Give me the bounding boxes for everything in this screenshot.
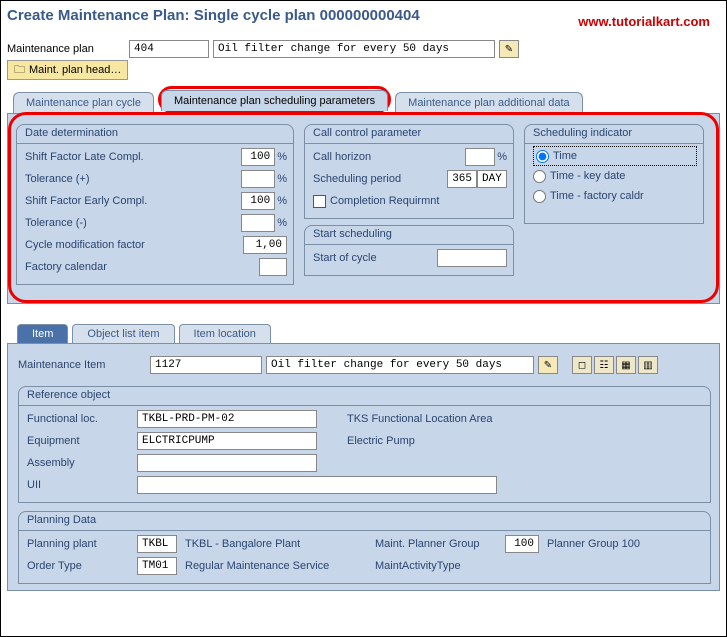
radio-time-key[interactable]	[533, 170, 546, 183]
edit-plan-text-icon[interactable]: ✎	[499, 40, 519, 58]
group-reference-object-title: Reference object	[19, 387, 710, 405]
maint-plan-header-label: Maint. plan head…	[29, 64, 121, 76]
group-call-control: Call control parameter Call horizon % Sc…	[304, 124, 514, 219]
tol-plus-label: Tolerance (+)	[25, 173, 241, 185]
maint-item-no[interactable]	[150, 356, 262, 374]
tol-minus-input[interactable]	[241, 214, 275, 232]
funcloc-label: Functional loc.	[27, 413, 137, 425]
maint-item-text[interactable]	[266, 356, 534, 374]
brand-link[interactable]: www.tutorialkart.com	[578, 14, 710, 29]
acttype-label: MaintActivityType	[375, 560, 505, 572]
group-reference-object: Reference object Functional loc. TKS Fun…	[18, 386, 711, 503]
cyc-mod-label: Cycle modification factor	[25, 239, 243, 251]
percent-icon: %	[277, 173, 287, 185]
radio-time[interactable]	[536, 150, 549, 163]
maint-item-label: Maintenance Item	[18, 359, 146, 371]
equip-desc: Electric Pump	[347, 435, 415, 447]
plgrp-label: Maint. Planner Group	[375, 538, 505, 550]
group-call-control-title: Call control parameter	[305, 125, 513, 143]
order-type-input[interactable]	[137, 557, 177, 575]
sched-period-input[interactable]	[447, 170, 477, 188]
uii-label: UII	[27, 479, 137, 491]
radio-time-key-label: Time - key date	[550, 170, 625, 182]
factory-cal-label: Factory calendar	[25, 261, 259, 273]
radio-time-factory[interactable]	[533, 190, 546, 203]
item-action1-icon[interactable]: ◻	[572, 356, 592, 374]
funcloc-input[interactable]	[137, 410, 317, 428]
page-title: Create Maintenance Plan: Single cycle pl…	[7, 7, 420, 24]
group-sched-indicator-title: Scheduling indicator	[525, 125, 703, 143]
group-start-sched-title: Start scheduling	[305, 226, 513, 244]
group-sched-indicator: Scheduling indicator Time Time - key dat…	[524, 124, 704, 224]
tab-maint-plan-cycle[interactable]: Maintenance plan cycle	[13, 92, 154, 113]
percent-icon: %	[277, 195, 287, 207]
radio-time-label: Time	[553, 150, 577, 162]
tab-maint-plan-sched-params[interactable]: Maintenance plan scheduling parameters	[161, 90, 388, 111]
cyc-mod-input[interactable]	[243, 236, 287, 254]
maint-plan-header-button[interactable]: 🗀 Maint. plan head…	[7, 60, 128, 80]
factory-cal-input[interactable]	[259, 258, 287, 276]
funcloc-desc: TKS Functional Location Area	[347, 413, 493, 425]
edit-item-text-icon[interactable]: ✎	[538, 356, 558, 374]
tab-object-list-item[interactable]: Object list item	[72, 324, 174, 343]
group-start-sched: Start scheduling Start of cycle	[304, 225, 514, 276]
group-planning-data: Planning Data Planning plant TKBL - Bang…	[18, 511, 711, 584]
sched-period-label: Scheduling period	[313, 173, 447, 185]
tol-minus-label: Tolerance (-)	[25, 217, 241, 229]
start-cycle-label: Start of cycle	[313, 252, 437, 264]
radio-time-factory-label: Time - factory caldr	[550, 190, 644, 202]
start-cycle-input[interactable]	[437, 249, 507, 267]
plgrp-desc: Planner Group 100	[547, 538, 640, 550]
percent-icon: %	[497, 151, 507, 163]
call-horizon-label: Call horizon	[313, 151, 465, 163]
maint-plan-text[interactable]	[213, 40, 495, 58]
uii-input[interactable]	[137, 476, 497, 494]
completion-req-checkbox[interactable]	[313, 195, 326, 208]
group-planning-data-title: Planning Data	[19, 512, 710, 530]
maint-plan-no[interactable]	[129, 40, 209, 58]
plant-desc: TKBL - Bangalore Plant	[185, 538, 375, 550]
item-action4-icon[interactable]: ▥	[638, 356, 658, 374]
folder-icon: 🗀	[14, 61, 25, 80]
plant-label: Planning plant	[27, 538, 137, 550]
maint-plan-label: Maintenance plan	[7, 43, 125, 55]
plgrp-input[interactable]	[505, 535, 539, 553]
sf-late-input[interactable]	[241, 148, 275, 166]
sf-early-label: Shift Factor Early Compl.	[25, 195, 241, 207]
tol-plus-input[interactable]	[241, 170, 275, 188]
percent-icon: %	[277, 151, 287, 163]
order-type-desc: Regular Maintenance Service	[185, 560, 375, 572]
equip-label: Equipment	[27, 435, 137, 447]
tab-maint-plan-additional[interactable]: Maintenance plan additional data	[395, 92, 582, 113]
tab-item-location[interactable]: Item location	[179, 324, 271, 343]
equip-input[interactable]	[137, 432, 317, 450]
group-date-determination-title: Date determination	[17, 125, 293, 143]
tab-item[interactable]: Item	[17, 324, 68, 343]
sf-early-input[interactable]	[241, 192, 275, 210]
item-action3-icon[interactable]: ▦	[616, 356, 636, 374]
group-date-determination: Date determination Shift Factor Late Com…	[16, 124, 294, 285]
completion-req-label: Completion Requirmnt	[330, 195, 507, 207]
sched-period-unit[interactable]	[477, 170, 507, 188]
order-type-label: Order Type	[27, 560, 137, 572]
call-horizon-input[interactable]	[465, 148, 495, 166]
item-action2-icon[interactable]: ☷	[594, 356, 614, 374]
assembly-input[interactable]	[137, 454, 317, 472]
plant-input[interactable]	[137, 535, 177, 553]
percent-icon: %	[277, 217, 287, 229]
sf-late-label: Shift Factor Late Compl.	[25, 151, 241, 163]
assembly-label: Assembly	[27, 457, 137, 469]
